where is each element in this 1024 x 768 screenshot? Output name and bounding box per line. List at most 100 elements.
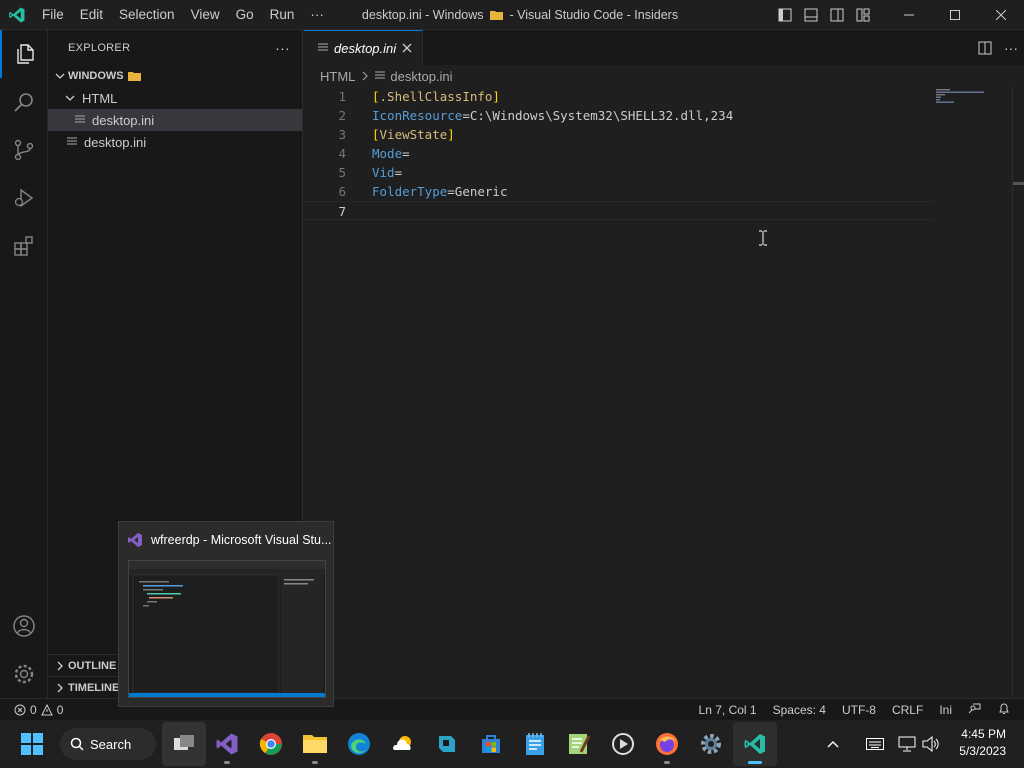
- tree-root-windows[interactable]: WINDOWS: [48, 65, 302, 87]
- code-token: [: [372, 127, 380, 142]
- weather-icon[interactable]: [381, 722, 425, 766]
- clock-date: 5/3/2023: [959, 744, 1006, 758]
- menu-edit[interactable]: Edit: [72, 0, 111, 30]
- taskbar-search[interactable]: Search: [60, 728, 156, 760]
- taskbar-window-preview[interactable]: wfreerdp - Microsoft Visual Stu...: [118, 521, 334, 707]
- chevron-down-icon: [52, 71, 68, 81]
- visual-studio-taskbar-icon[interactable]: [205, 722, 249, 766]
- extensions-icon[interactable]: [0, 222, 48, 270]
- menu-more[interactable]: ···: [302, 0, 332, 30]
- feedback-icon[interactable]: [960, 702, 990, 717]
- breadcrumb-folder[interactable]: HTML: [320, 69, 355, 84]
- close-window-button[interactable]: [978, 0, 1024, 30]
- activity-bar: [0, 30, 48, 698]
- vscode-insiders-logo-icon[interactable]: [0, 0, 34, 30]
- manage-gear-icon[interactable]: [0, 650, 48, 698]
- title-bar: File Edit Selection View Go Run ··· desk…: [0, 0, 1024, 30]
- code-line[interactable]: 4 Mode=: [304, 144, 934, 163]
- code-token: .ShellClassInfo: [379, 89, 493, 104]
- outline-label: OUTLINE: [68, 659, 117, 672]
- tree-folder-label: HTML: [82, 90, 118, 106]
- tree-file-nested-desktop-ini[interactable]: desktop.ini: [48, 109, 302, 131]
- customize-layout-icon[interactable]: [850, 0, 876, 30]
- tree-folder-html[interactable]: HTML: [48, 87, 302, 109]
- ini-file-icon: [72, 115, 88, 125]
- task-view-icon[interactable]: [162, 722, 206, 766]
- code-line[interactable]: 5 Vid=: [304, 163, 934, 182]
- vscode-insiders-taskbar-icon[interactable]: [733, 722, 777, 766]
- show-hidden-icons-chevron-up-icon[interactable]: [822, 722, 844, 766]
- code-line[interactable]: 6 FolderType=Generic: [304, 182, 934, 201]
- preview-title: wfreerdp - Microsoft Visual Stu...: [151, 533, 332, 547]
- menu-selection[interactable]: Selection: [111, 0, 183, 30]
- menu-run[interactable]: Run: [262, 0, 303, 30]
- code-line[interactable]: 3 [ViewState]: [304, 125, 934, 144]
- cursor-position[interactable]: Ln 7, Col 1: [691, 703, 765, 717]
- explorer-more-button[interactable]: ···: [275, 40, 290, 56]
- microsoft-store-icon[interactable]: [469, 722, 513, 766]
- network-icon[interactable]: [896, 722, 918, 766]
- indentation[interactable]: Spaces: 4: [765, 703, 834, 717]
- end-of-line[interactable]: CRLF: [884, 703, 931, 717]
- code-line[interactable]: 2 IconResource=C:\Windows\System32\SHELL3…: [304, 106, 934, 125]
- start-button[interactable]: [10, 722, 54, 766]
- taskbar-clock[interactable]: 4:45 PM 5/3/2023: [959, 726, 1006, 760]
- minimap[interactable]: [936, 87, 1012, 127]
- windows-taskbar: Search 4:45 PM 5/3/2023: [0, 720, 1024, 768]
- explorer-icon[interactable]: [0, 30, 48, 78]
- toggle-secondary-sidebar-icon[interactable]: [824, 0, 850, 30]
- app-icon-blue[interactable]: [425, 722, 469, 766]
- breadcrumb-file[interactable]: desktop.ini: [390, 69, 452, 84]
- run-and-debug-icon[interactable]: [0, 174, 48, 222]
- notepad-plus-plus-icon[interactable]: [557, 722, 601, 766]
- toggle-panel-icon[interactable]: [798, 0, 824, 30]
- editor-actions: ···: [972, 30, 1024, 65]
- code-line[interactable]: 1 [.ShellClassInfo]: [304, 87, 934, 106]
- editor-scrollbar[interactable]: [1012, 87, 1024, 698]
- close-icon[interactable]: [402, 43, 412, 53]
- source-control-icon[interactable]: [0, 126, 48, 174]
- tree-file-root-desktop-ini[interactable]: desktop.ini: [48, 131, 302, 153]
- edge-icon[interactable]: [337, 722, 381, 766]
- language-mode[interactable]: Ini: [931, 703, 960, 717]
- media-player-icon[interactable]: [601, 722, 645, 766]
- minimize-button[interactable]: [886, 0, 932, 30]
- chrome-icon[interactable]: [249, 722, 293, 766]
- search-icon[interactable]: [0, 78, 48, 126]
- notifications-bell-icon[interactable]: [990, 702, 1018, 718]
- encoding[interactable]: UTF-8: [834, 703, 884, 717]
- menu-bar: File Edit Selection View Go Run ···: [34, 0, 332, 30]
- code-token: =Generic: [447, 184, 508, 199]
- code-editor[interactable]: 1 [.ShellClassInfo] 2 IconResource=C:\Windo…: [304, 87, 934, 220]
- line-number: 6: [338, 184, 346, 199]
- code-line[interactable]: 7: [304, 201, 934, 220]
- split-editor-icon[interactable]: [972, 33, 998, 63]
- volume-icon[interactable]: [920, 722, 942, 766]
- keyboard-icon[interactable]: [864, 722, 886, 766]
- more-actions-icon[interactable]: ···: [998, 33, 1024, 63]
- problems-indicator[interactable]: 0 0: [0, 703, 63, 717]
- accounts-icon[interactable]: [0, 602, 48, 650]
- editor-group: desktop.ini ··· HTML desktop.ini 1 [.Shel…: [304, 30, 1024, 698]
- code-token: [: [372, 89, 380, 104]
- settings-gear-icon[interactable]: [689, 722, 733, 766]
- ini-file-icon: [375, 71, 386, 79]
- menu-file[interactable]: File: [34, 0, 72, 30]
- menu-go[interactable]: Go: [228, 0, 262, 30]
- text-cursor-icon: [758, 230, 768, 246]
- toggle-primary-sidebar-icon[interactable]: [772, 0, 798, 30]
- code-token: =C:\Windows\System32\SHELL32.dll,234: [462, 108, 734, 123]
- code-token: FolderType: [372, 184, 448, 199]
- timeline-label: TIMELINE: [68, 681, 120, 694]
- menu-view[interactable]: View: [183, 0, 228, 30]
- notepad-icon[interactable]: [513, 722, 557, 766]
- preview-thumbnail[interactable]: [128, 560, 326, 698]
- code-token: ]: [447, 127, 455, 142]
- code-token: IconResource: [372, 108, 463, 123]
- file-explorer-icon[interactable]: [293, 722, 337, 766]
- firefox-icon[interactable]: [645, 722, 689, 766]
- code-text: IconResource=C:\Windows\System32\SHELL32…: [346, 106, 733, 125]
- code-token: ]: [492, 89, 500, 104]
- tab-desktop-ini[interactable]: desktop.ini: [304, 30, 424, 65]
- maximize-button[interactable]: [932, 0, 978, 30]
